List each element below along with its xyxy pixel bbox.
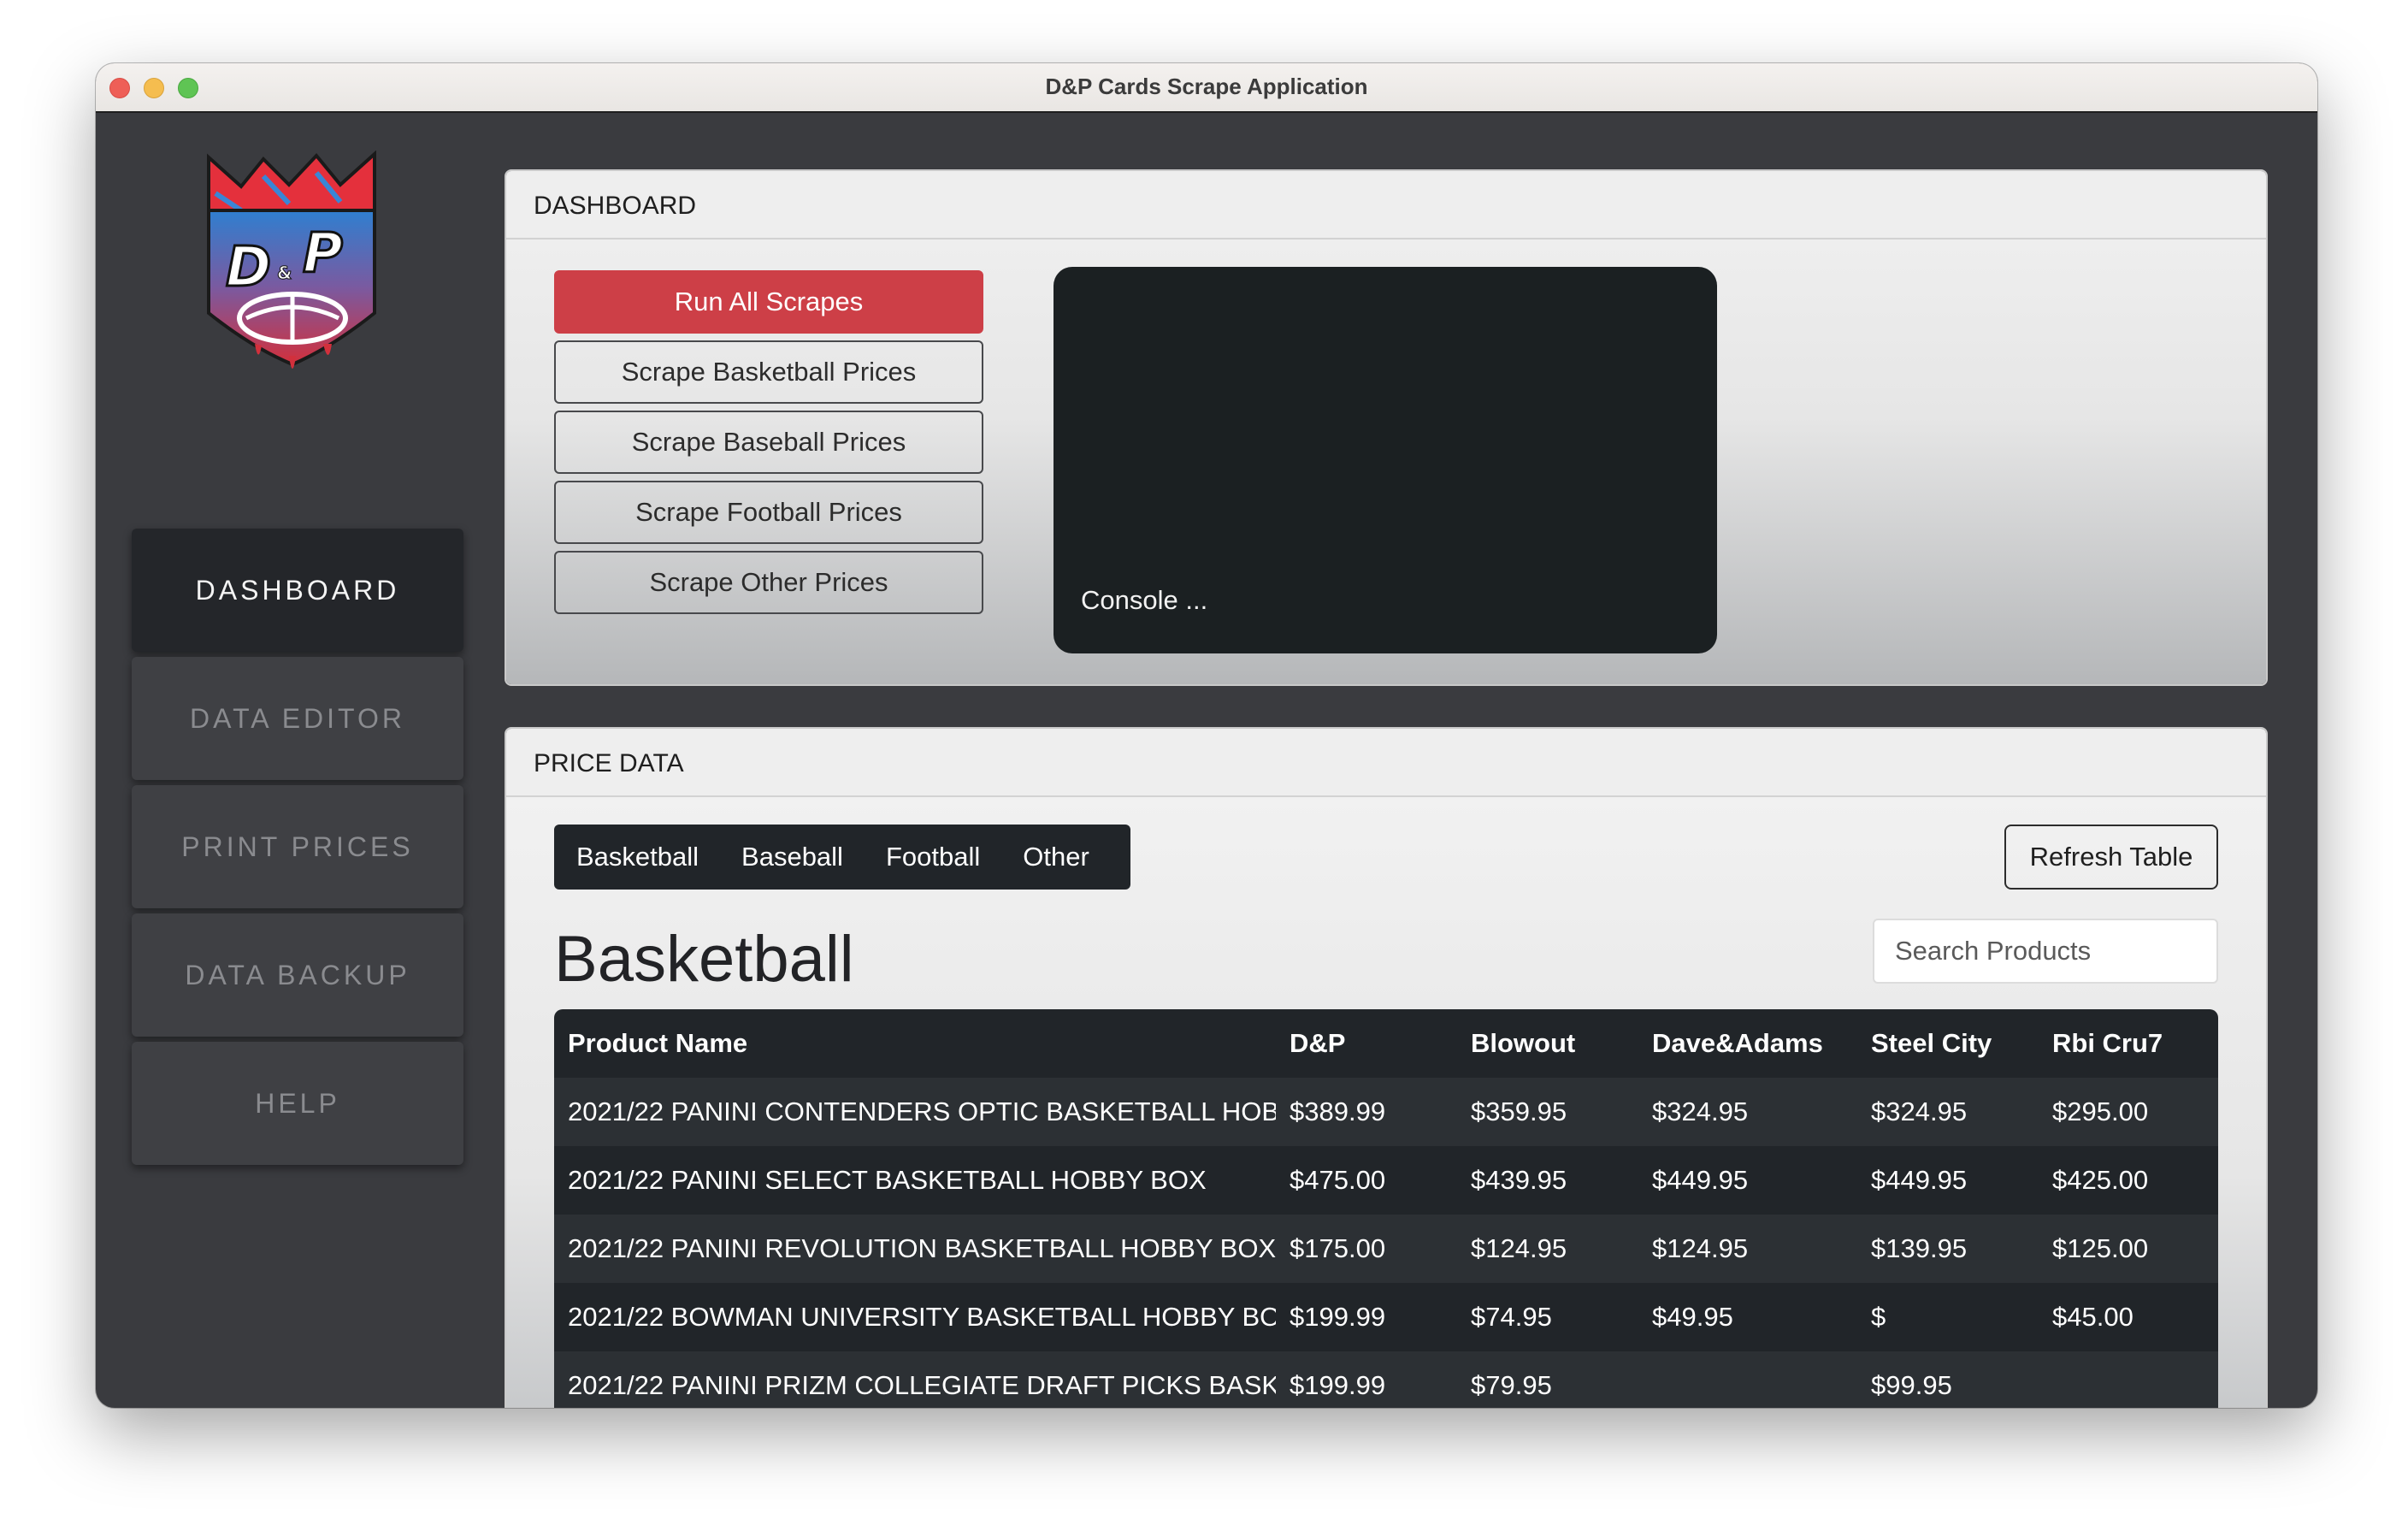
price-cell: $439.95 bbox=[1471, 1165, 1567, 1195]
dp-logo: D & P bbox=[204, 150, 383, 381]
product-name-cell: 2021/22 PANINI REVOLUTION BASKETBALL HOB… bbox=[568, 1233, 1276, 1263]
price-cell bbox=[2039, 1351, 2218, 1408]
price-data-body: Basketball Baseball Football Other Refre… bbox=[506, 797, 2266, 1408]
column-header[interactable]: Steel City bbox=[1857, 1009, 2039, 1078]
price-cell: $324.95 bbox=[1652, 1097, 1749, 1126]
svg-text:P: P bbox=[303, 222, 343, 286]
refresh-table-button[interactable]: Refresh Table bbox=[2004, 825, 2218, 890]
column-header[interactable]: Blowout bbox=[1457, 1009, 1638, 1078]
price-cell: $324.95 bbox=[1871, 1097, 1968, 1126]
price-cell: $449.95 bbox=[1652, 1165, 1749, 1195]
table-row[interactable]: 2021/22 PANINI PRIZM COLLEGIATE DRAFT PI… bbox=[554, 1351, 2218, 1408]
column-header[interactable]: Rbi Cru7 bbox=[2039, 1009, 2218, 1078]
console-text: Console ... bbox=[1081, 585, 1208, 615]
price-cell: $389.99 bbox=[1290, 1097, 1386, 1126]
price-cell: $ bbox=[1871, 1302, 1886, 1332]
tab-football[interactable]: Football bbox=[886, 842, 980, 872]
price-data-card-header: PRICE DATA bbox=[506, 729, 2266, 797]
product-name-cell: 2021/22 PANINI SELECT BASKETBALL HOBBY B… bbox=[568, 1165, 1207, 1195]
price-cell: $295.00 bbox=[2052, 1097, 2149, 1126]
table-row[interactable]: 2021/22 PANINI CONTENDERS OPTIC BASKETBA… bbox=[554, 1078, 2218, 1146]
price-cell: $359.95 bbox=[1471, 1097, 1567, 1126]
product-name-cell: 2021/22 PANINI PRIZM COLLEGIATE DRAFT PI… bbox=[568, 1370, 1276, 1400]
price-cell: $125.00 bbox=[2052, 1233, 2149, 1263]
dashboard-card-header: DASHBOARD bbox=[506, 171, 2266, 239]
nav-help[interactable]: HELP bbox=[132, 1042, 463, 1165]
run-all-scrapes-button[interactable]: Run All Scrapes bbox=[554, 270, 983, 334]
tab-other[interactable]: Other bbox=[1023, 842, 1089, 872]
nav-print-prices[interactable]: PRINT PRICES bbox=[132, 785, 463, 908]
price-cell: $449.95 bbox=[1871, 1165, 1968, 1195]
console-output: Console ... bbox=[1054, 267, 1717, 653]
table-row[interactable]: 2021/22 PANINI REVOLUTION BASKETBALL HOB… bbox=[554, 1215, 2218, 1283]
product-name-cell: 2021/22 PANINI CONTENDERS OPTIC BASKETBA… bbox=[568, 1097, 1276, 1126]
search-products-input[interactable] bbox=[1873, 919, 2218, 984]
price-cell: $124.95 bbox=[1471, 1233, 1567, 1263]
column-header[interactable]: Product Name bbox=[554, 1009, 1276, 1078]
svg-text:D: D bbox=[226, 236, 271, 299]
nav-dashboard[interactable]: DASHBOARD bbox=[132, 529, 463, 652]
scrape-basketball-button[interactable]: Scrape Basketball Prices bbox=[554, 340, 983, 404]
price-cell: $199.99 bbox=[1290, 1302, 1386, 1332]
price-cell: $475.00 bbox=[1290, 1165, 1386, 1195]
price-cell: $49.95 bbox=[1652, 1302, 1733, 1332]
price-cell: $99.95 bbox=[1871, 1370, 1952, 1400]
price-table-container: Product Name D&P Blowout Dave&Adams Stee… bbox=[554, 1009, 2218, 1408]
price-cell bbox=[1638, 1351, 1857, 1408]
column-header[interactable]: D&P bbox=[1276, 1009, 1457, 1078]
title-bar: D&P Cards Scrape Application bbox=[96, 63, 2317, 113]
price-cell: $79.95 bbox=[1471, 1370, 1552, 1400]
price-cell: $124.95 bbox=[1652, 1233, 1749, 1263]
sidebar: D & P DASHBOARD DATA EDITOR PRINT PRICES… bbox=[96, 113, 472, 1408]
nav-data-backup[interactable]: DATA BACKUP bbox=[132, 913, 463, 1037]
tab-baseball[interactable]: Baseball bbox=[741, 842, 843, 872]
table-row[interactable]: 2021/22 BOWMAN UNIVERSITY BASKETBALL HOB… bbox=[554, 1283, 2218, 1351]
product-name-cell: 2021/22 BOWMAN UNIVERSITY BASKETBALL HOB… bbox=[568, 1302, 1276, 1332]
nav-data-editor[interactable]: DATA EDITOR bbox=[132, 657, 463, 780]
table-row[interactable]: 2021/22 PANINI SELECT BASKETBALL HOBBY B… bbox=[554, 1146, 2218, 1215]
price-cell: $175.00 bbox=[1290, 1233, 1386, 1263]
price-table: Product Name D&P Blowout Dave&Adams Stee… bbox=[554, 1009, 2218, 1408]
window-title: D&P Cards Scrape Application bbox=[1045, 74, 1368, 99]
column-header[interactable]: Dave&Adams bbox=[1638, 1009, 1857, 1078]
scrape-other-button[interactable]: Scrape Other Prices bbox=[554, 551, 983, 614]
dashboard-body: Run All Scrapes Scrape Basketball Prices… bbox=[506, 239, 2266, 684]
app-window: D&P Cards Scrape Application D & P DASHB… bbox=[96, 63, 2317, 1408]
section-title: Basketball bbox=[554, 923, 854, 996]
price-cell: $425.00 bbox=[2052, 1165, 2149, 1195]
scrape-baseball-button[interactable]: Scrape Baseball Prices bbox=[554, 411, 983, 474]
table-header-row: Product Name D&P Blowout Dave&Adams Stee… bbox=[554, 1009, 2218, 1078]
price-data-card: PRICE DATA Basketball Baseball Football … bbox=[505, 727, 2268, 1408]
scrape-football-button[interactable]: Scrape Football Prices bbox=[554, 481, 983, 544]
price-cell: $199.99 bbox=[1290, 1370, 1386, 1400]
svg-text:&: & bbox=[277, 263, 292, 283]
dashboard-card: DASHBOARD Run All Scrapes Scrape Basketb… bbox=[505, 169, 2268, 686]
sport-tabs: Basketball Baseball Football Other bbox=[554, 825, 1130, 890]
price-cell: $45.00 bbox=[2052, 1302, 2134, 1332]
price-cell: $139.95 bbox=[1871, 1233, 1968, 1263]
price-cell: $74.95 bbox=[1471, 1302, 1552, 1332]
tab-basketball[interactable]: Basketball bbox=[576, 842, 699, 872]
